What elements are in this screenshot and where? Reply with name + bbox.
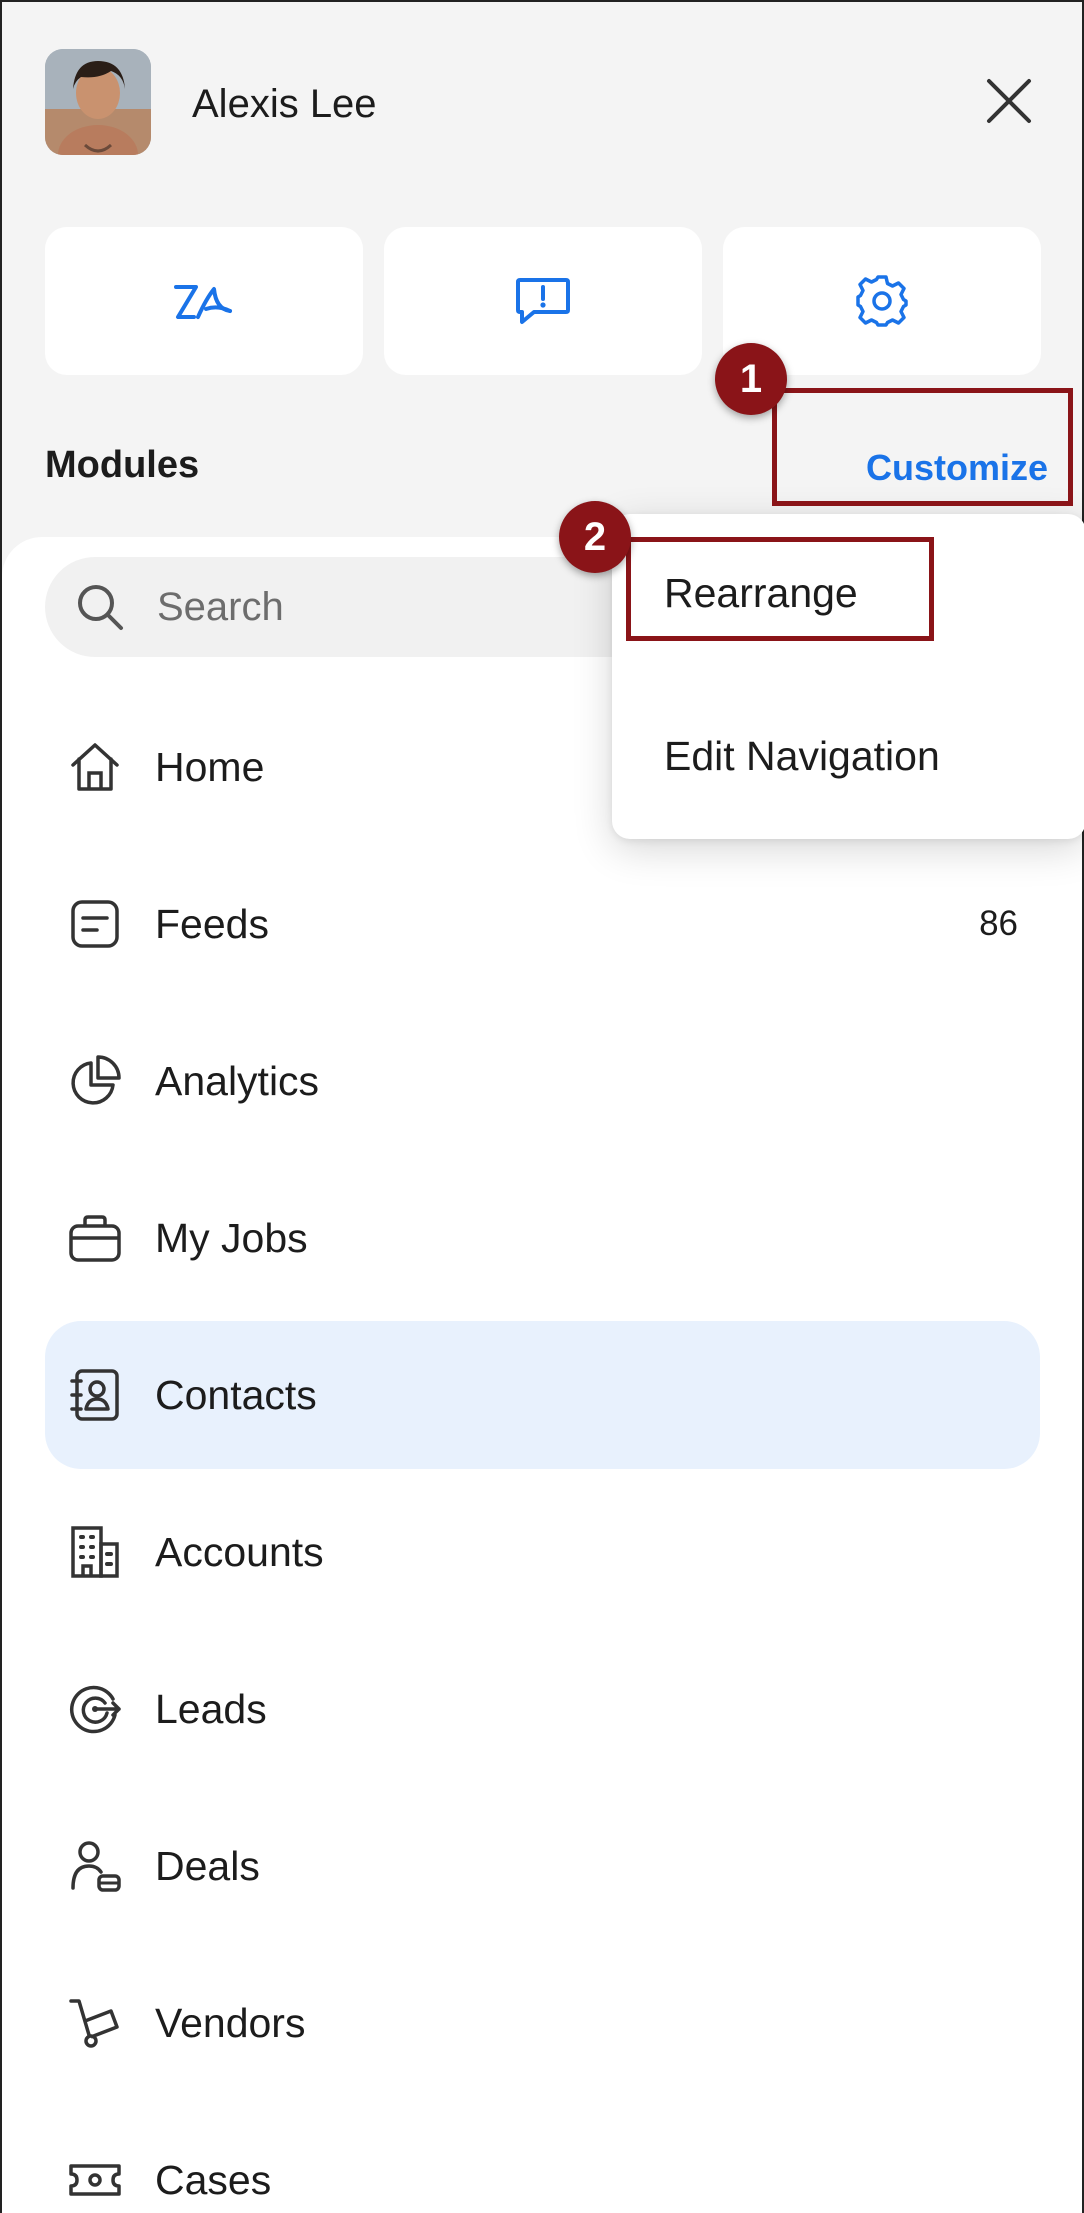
- step-badge-2: 2: [559, 501, 631, 573]
- close-icon: [987, 79, 1031, 123]
- avatar[interactable]: [45, 49, 151, 155]
- nav-label: Vendors: [155, 1999, 306, 2046]
- nav-label: Home: [155, 743, 265, 790]
- nav-label: Leads: [155, 1685, 267, 1732]
- customize-menu: Rearrange Edit Navigation: [612, 514, 1084, 839]
- nav-label: Deals: [155, 1842, 260, 1889]
- nav-label: Analytics: [155, 1057, 320, 1104]
- nav-item-my-jobs[interactable]: My Jobs: [45, 1164, 1040, 1312]
- target-icon: [65, 1679, 125, 1739]
- cart-icon: [65, 1993, 125, 2053]
- signature-icon: [174, 285, 232, 319]
- contact-book-icon: [65, 1365, 125, 1425]
- nav-label: Contacts: [155, 1371, 317, 1418]
- nav-item-contacts[interactable]: Contacts: [45, 1321, 1040, 1469]
- feedback-icon: [516, 278, 570, 324]
- nav-item-leads[interactable]: Leads: [45, 1635, 1040, 1783]
- search-icon: [73, 580, 127, 634]
- drawer-header: Alexis Lee: [2, 2, 1082, 202]
- deals-icon: [65, 1836, 125, 1896]
- nav-item-feeds[interactable]: Feeds 86: [45, 850, 1040, 998]
- customize-button[interactable]: Customize: [866, 447, 1048, 489]
- modules-title: Modules: [45, 444, 200, 486]
- nav-item-vendors[interactable]: Vendors: [45, 1949, 1040, 2097]
- menu-item-edit-navigation[interactable]: Edit Navigation: [664, 733, 940, 780]
- home-icon: [65, 737, 125, 797]
- close-button[interactable]: [980, 72, 1038, 130]
- feed-count-badge: 86: [979, 904, 1018, 943]
- pie-chart-icon: [65, 1051, 125, 1111]
- ticket-icon: [65, 2150, 125, 2210]
- briefcase-icon: [65, 1208, 125, 1268]
- building-icon: [65, 1522, 125, 1582]
- step-badge-1: 1: [715, 343, 787, 415]
- nav-item-analytics[interactable]: Analytics: [45, 1007, 1040, 1155]
- nav-label: Feeds: [155, 900, 269, 947]
- nav-item-accounts[interactable]: Accounts: [45, 1478, 1040, 1626]
- menu-item-rearrange[interactable]: Rearrange: [664, 570, 858, 617]
- nav-label: Accounts: [155, 1528, 324, 1575]
- nav-item-deals[interactable]: Deals: [45, 1792, 1040, 1940]
- user-name: Alexis Lee: [192, 82, 377, 126]
- feedback-button[interactable]: [384, 227, 702, 375]
- signature-button[interactable]: [45, 227, 363, 375]
- nav-item-cases[interactable]: Cases: [45, 2106, 1040, 2213]
- nav-label: Cases: [155, 2156, 272, 2203]
- nav-label: My Jobs: [155, 1214, 308, 1261]
- gear-icon: [856, 275, 908, 327]
- feeds-icon: [65, 894, 125, 954]
